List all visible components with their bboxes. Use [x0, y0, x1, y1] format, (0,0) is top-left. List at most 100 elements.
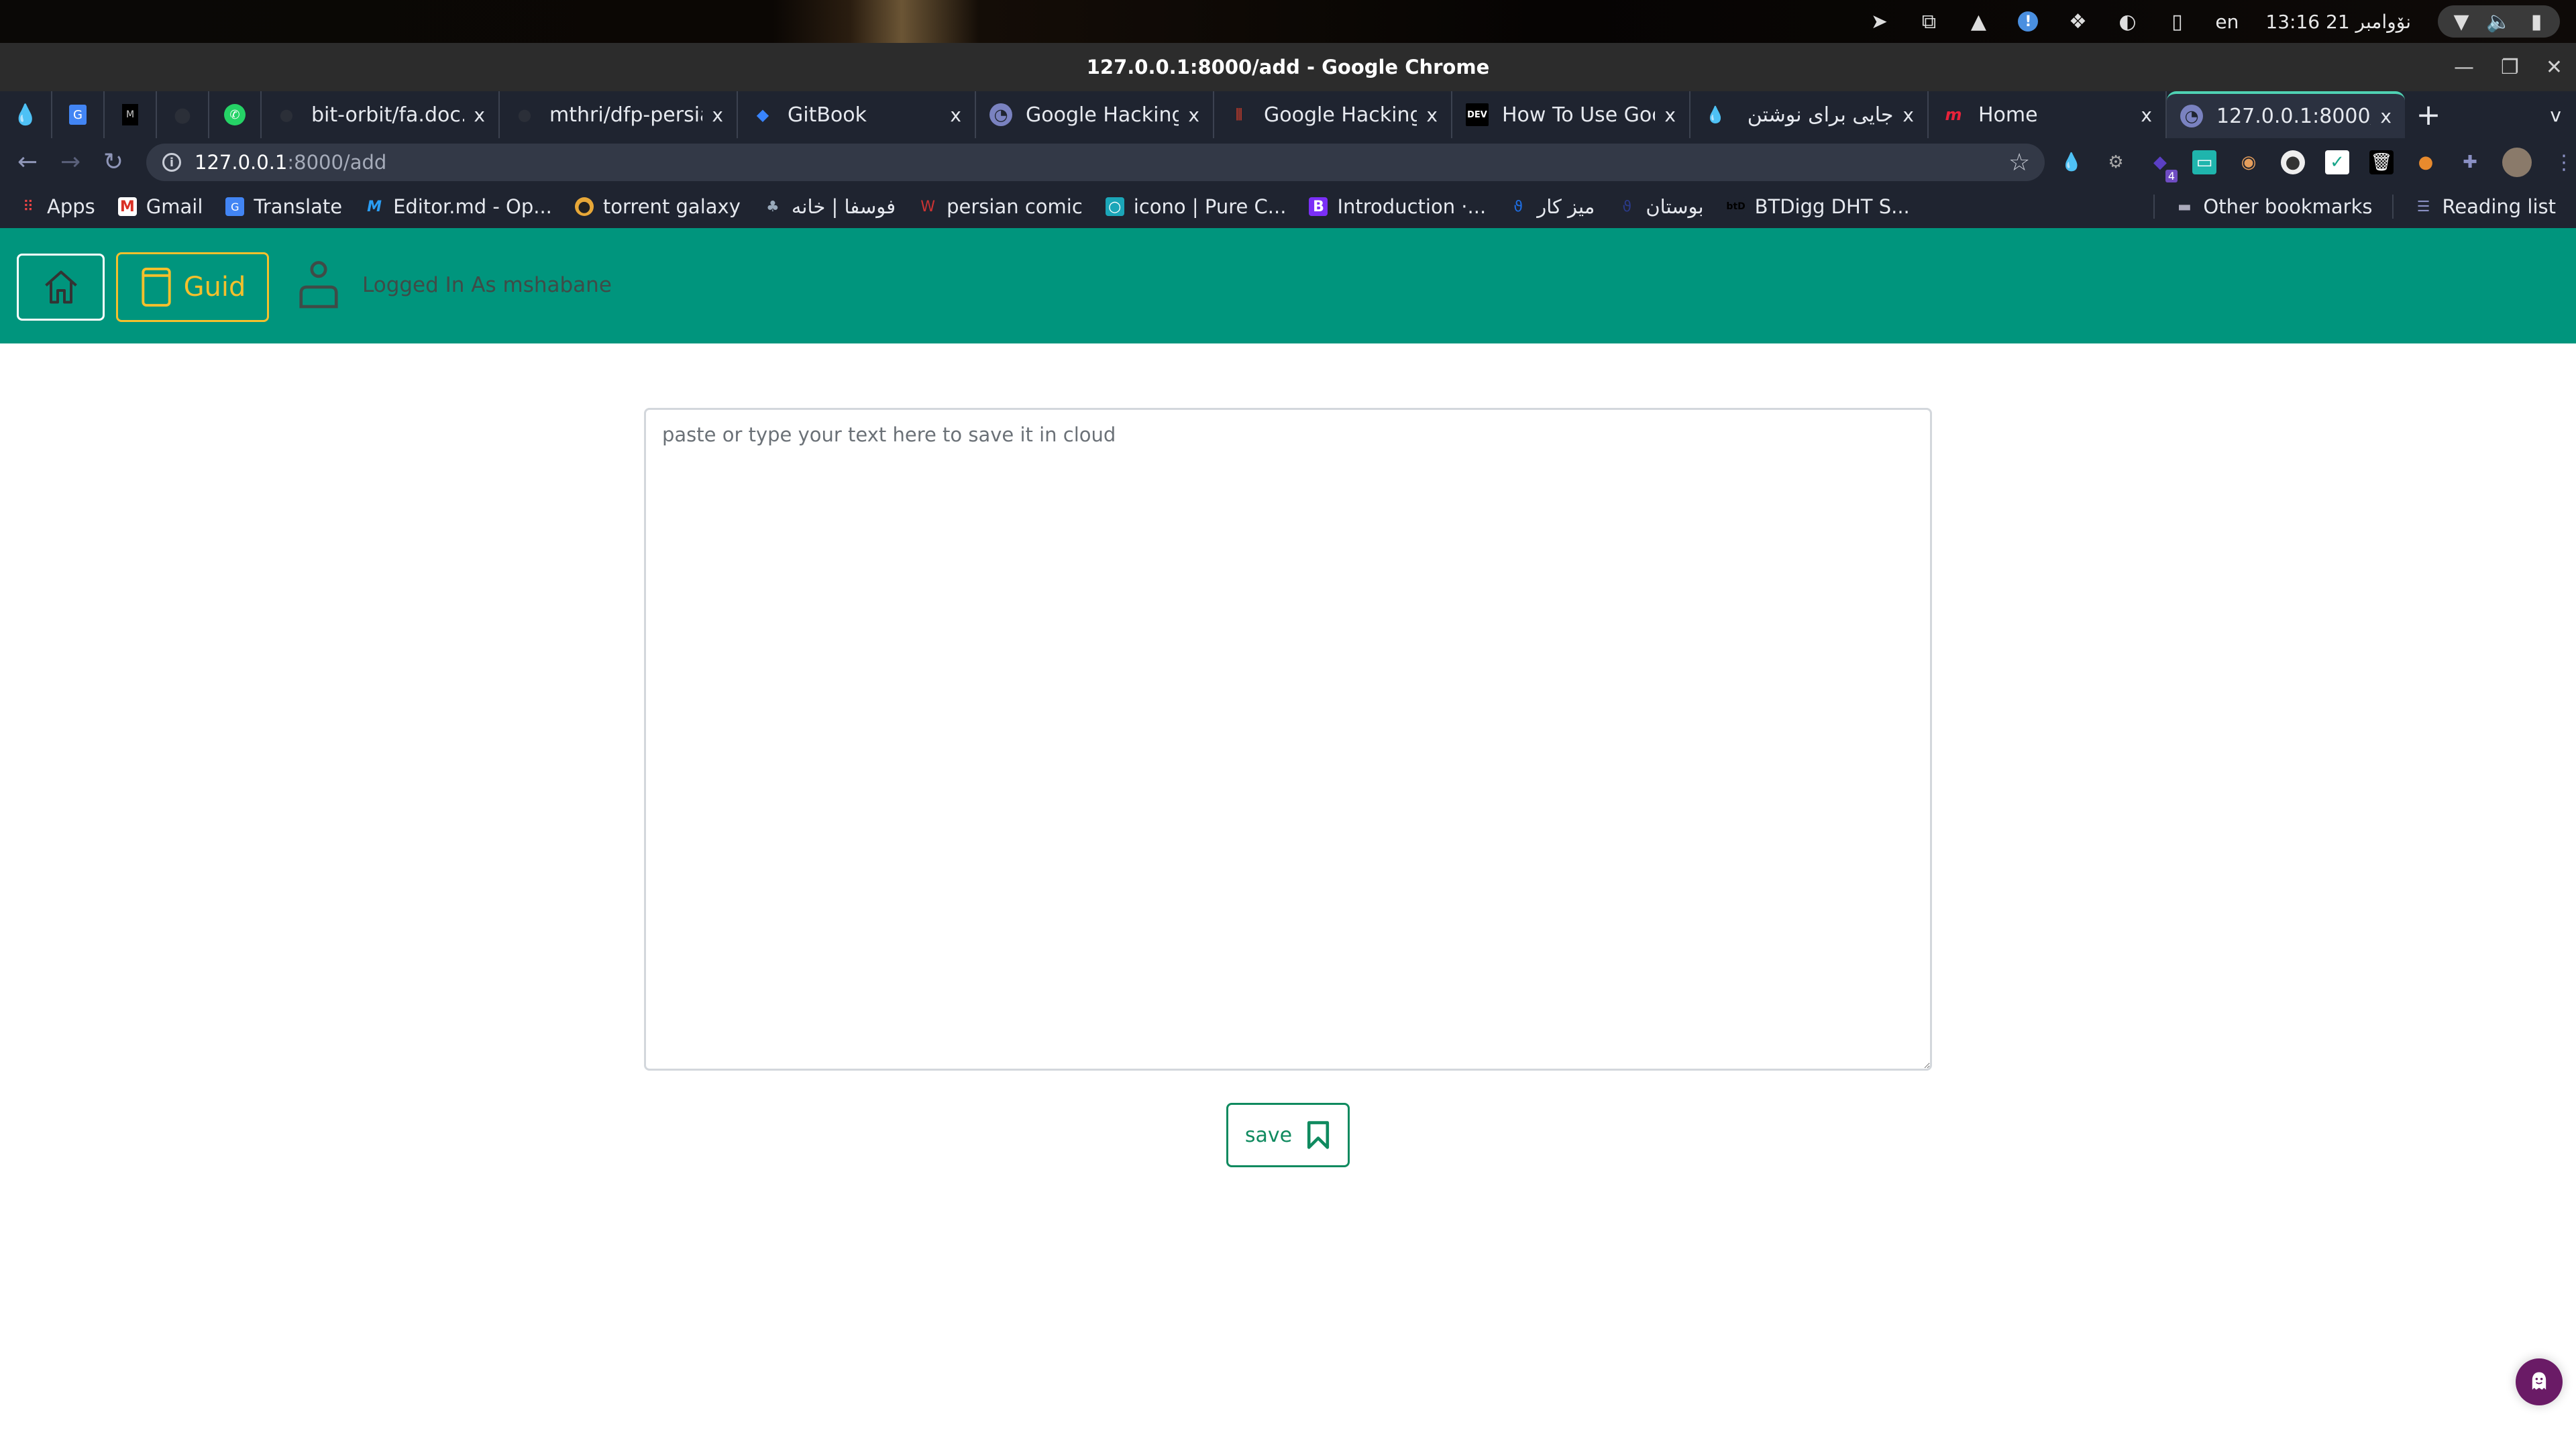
restore-icon[interactable]: ❐ [2501, 56, 2519, 79]
tab-close-icon[interactable]: x [1188, 104, 1199, 126]
bookmark-star-icon[interactable]: ☆ [2008, 149, 2030, 176]
tab-close-icon[interactable]: x [1902, 104, 1914, 126]
back-icon[interactable]: ← [17, 138, 38, 185]
user-icon [299, 261, 338, 309]
contrast-icon[interactable]: ◐ [2116, 10, 2139, 34]
bookmark-item[interactable]: Wpersian comic [918, 195, 1083, 218]
glasses-face-icon[interactable]: ◉ [2237, 150, 2261, 174]
bookmark-item[interactable]: ⠿ Apps [19, 195, 95, 218]
window-title: 127.0.0.1:8000/add - Google Chrome [0, 43, 2576, 91]
bookmark-item[interactable]: ϑ بوستان [1617, 195, 1704, 218]
gears-icon[interactable]: ⚙ [2104, 150, 2128, 174]
pinned-tab[interactable]: ● [157, 91, 209, 138]
tab[interactable]: m Home x [1929, 91, 2167, 138]
bookmark-item[interactable]: M Editor.md - Op... [365, 195, 552, 218]
keyboard-language[interactable]: en [2215, 11, 2239, 33]
text-input[interactable] [644, 408, 1932, 1071]
pinned-tab[interactable]: G [52, 91, 105, 138]
tab-close-icon[interactable]: x [1426, 104, 1438, 126]
screen-share-icon[interactable]: ⧉ [1917, 10, 1940, 34]
tab[interactable]: ● mthri/dfp-persia x [500, 91, 738, 138]
save-button[interactable]: save [1226, 1103, 1350, 1167]
bookmark-item[interactable]: ♣ فوسفا | خانه [763, 195, 896, 218]
extensions-area: 💧 ⚙ ◆ 4 ▭ ◉ ● ✓ 🗑 ● ✚ ⋮ [2059, 144, 2576, 182]
save-icon[interactable]: ▭ [2192, 150, 2216, 174]
guid-button[interactable]: Guid [116, 252, 269, 322]
tab-title: Google Hacking: [1264, 103, 1417, 127]
tab-close-icon[interactable]: x [950, 104, 961, 126]
whatsapp-icon: ✆ [224, 104, 246, 125]
clipboard-icon[interactable]: ▯ [2165, 10, 2188, 34]
tab-title: Home [1978, 103, 2038, 127]
address-bar[interactable]: i 127.0.0.1:8000/add [146, 144, 2045, 181]
bookmark-icon [1307, 1121, 1330, 1149]
bookmark-label: Apps [47, 195, 95, 218]
cookie-icon[interactable]: ● [2414, 150, 2438, 174]
wifi-icon: ▼ [2453, 9, 2469, 34]
profile-avatar-icon[interactable] [2502, 148, 2532, 177]
vlc-icon[interactable]: ▲ [1967, 10, 1990, 34]
bookmark-item[interactable]: B Introduction ·... [1309, 195, 1486, 218]
tab-search-button[interactable]: v [2550, 91, 2561, 138]
bookmark-item[interactable]: btD BTDigg DHT S... [1726, 195, 1910, 218]
alert-icon[interactable]: ! [2017, 10, 2039, 33]
puzzle-icon[interactable]: ✚ [2458, 150, 2482, 174]
battery-icon: ▮ [2530, 9, 2542, 34]
tab[interactable]: ⦀ Google Hacking: x [1214, 91, 1452, 138]
other-bookmarks-button[interactable]: ▬ Other bookmarks [2175, 195, 2373, 218]
minimize-icon[interactable]: — [2454, 56, 2474, 79]
tab[interactable]: ◔ Google Hacking x [976, 91, 1214, 138]
ghostery-floating-button[interactable] [2516, 1358, 2563, 1405]
dropbox-icon[interactable]: ❖ [2066, 10, 2089, 34]
telegram-icon[interactable]: ➤ [1868, 10, 1890, 34]
google-translate-icon: G [69, 105, 87, 125]
tab[interactable]: ◆ GitBook x [738, 91, 976, 138]
forward-icon[interactable]: → [60, 138, 80, 185]
gmail-icon: M [117, 197, 137, 216]
purple-diamond-icon[interactable]: ◆ 4 [2148, 150, 2178, 182]
bookmark-item[interactable]: M Gmail [117, 195, 203, 218]
close-icon[interactable]: ✕ [2546, 56, 2563, 79]
bookmark-label: Editor.md - Op... [393, 195, 552, 218]
home-button[interactable] [17, 254, 105, 321]
extension-badge: 4 [2165, 170, 2178, 182]
tab-close-icon[interactable]: x [2380, 105, 2392, 127]
menu-kebab-icon[interactable]: ⋮ [2552, 150, 2576, 174]
maps-pin-icon[interactable]: 💧 [2059, 150, 2084, 174]
volume-icon: 🔈 [2486, 9, 2512, 34]
url-path: :8000/add [287, 151, 387, 174]
pinned-tab[interactable]: 💧 [0, 91, 52, 138]
bookmark-item[interactable]: ○ icono | Pure C... [1105, 195, 1286, 218]
fossfa-icon: ♣ [766, 198, 780, 215]
tab-close-icon[interactable]: x [1664, 104, 1676, 126]
torrent-galaxy-icon: ● [574, 197, 594, 216]
status-menu[interactable]: ▼ 🔈 ▮ [2438, 5, 2560, 38]
tab-title: How To Use Goo [1502, 103, 1656, 127]
tab[interactable]: DEV How To Use Goo x [1452, 91, 1690, 138]
reading-list-button[interactable]: ☰ Reading list [2414, 195, 2556, 218]
new-tab-button[interactable]: + [2405, 91, 2452, 138]
bookmark-item[interactable]: G Translate [225, 195, 342, 218]
trash-icon[interactable]: 🗑 [2369, 150, 2394, 174]
url-host: 127.0.0.1 [195, 151, 288, 174]
tab-close-icon[interactable]: x [474, 104, 485, 126]
pinned-tab[interactable]: ✆ [209, 91, 262, 138]
pinned-tab[interactable]: M [105, 91, 157, 138]
tab-active[interactable]: ◔ 127.0.0.1:8000/a x [2167, 91, 2405, 138]
tab-close-icon[interactable]: x [2141, 104, 2152, 126]
bookmark-item[interactable]: ● torrent galaxy [574, 195, 741, 218]
tab[interactable]: 💧 جایی برای نوشتن x [1690, 91, 1929, 138]
ghostery-icon[interactable]: ● [2281, 150, 2305, 174]
site-info-icon[interactable]: i [162, 153, 181, 172]
tab-close-icon[interactable]: x [712, 104, 723, 126]
system-tray: ➤ ⧉ ▲ ! ❖ ◐ ▯ en 13:16 21 نۆوامبر ▼ 🔈 ▮ [1868, 0, 2576, 43]
boostan-icon: ϑ [1622, 198, 1632, 215]
m-logo-icon: m [1945, 105, 1962, 124]
bookmark-label: BTDigg DHT S... [1754, 195, 1910, 218]
reload-icon[interactable]: ↻ [103, 138, 123, 185]
clock[interactable]: 13:16 21 نۆوامبر [2265, 11, 2411, 33]
tab[interactable]: ● bit-orbit/fa.doc.r x [262, 91, 500, 138]
tab-strip: 💧 G M ● ✆ ● bit-orbit/fa.doc.r x ● mthri… [0, 91, 2576, 138]
tempmail-icon[interactable]: ✓ [2325, 150, 2349, 174]
bookmark-item[interactable]: ϑ میز کار [1509, 195, 1595, 218]
